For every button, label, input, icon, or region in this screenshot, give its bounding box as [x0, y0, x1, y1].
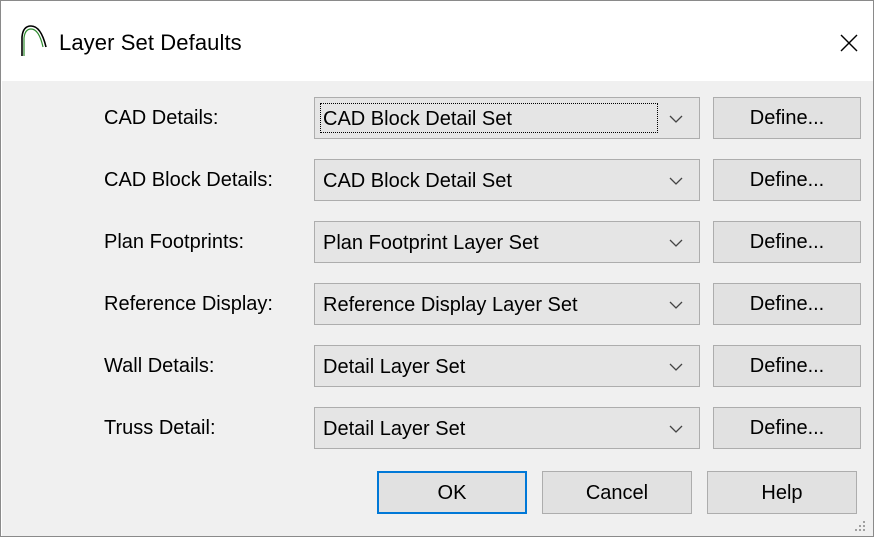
select-value: Plan Footprint Layer Set: [323, 232, 539, 254]
ok-button[interactable]: OK: [377, 471, 527, 514]
close-icon: [840, 34, 858, 52]
row-label: Reference Display:: [104, 293, 273, 315]
resize-grip-icon[interactable]: [853, 519, 867, 533]
chevron-down-icon: [669, 177, 683, 185]
select-value: CAD Block Detail Set: [323, 170, 512, 192]
row-label: CAD Block Details:: [104, 169, 273, 191]
row-label: Plan Footprints:: [104, 231, 245, 253]
app-arc-icon: [21, 25, 47, 56]
define-button[interactable]: Define...: [713, 345, 861, 387]
truss-detail-select[interactable]: Detail Layer Set: [314, 407, 700, 449]
row-label: Truss Detail:: [104, 417, 216, 439]
title-bar[interactable]: Layer Set Defaults: [1, 1, 873, 81]
layer-set-defaults-dialog: Layer Set Defaults CAD Details: CAD Bloc…: [0, 0, 874, 537]
define-button[interactable]: Define...: [713, 283, 861, 325]
row-wall-details: Wall Details: Detail Layer Set Define...: [2, 345, 873, 387]
select-value: Detail Layer Set: [323, 418, 466, 440]
row-truss-detail: Truss Detail: Detail Layer Set Define...: [2, 407, 873, 449]
define-button[interactable]: Define...: [713, 159, 861, 201]
close-button[interactable]: [827, 21, 871, 65]
chevron-down-icon: [669, 239, 683, 247]
select-value: Detail Layer Set: [323, 356, 466, 378]
chevron-down-icon: [669, 425, 683, 433]
cad-details-select[interactable]: CAD Block Detail Set: [314, 97, 700, 139]
chevron-down-icon: [669, 363, 683, 371]
row-label: Wall Details:: [104, 355, 215, 377]
chevron-down-icon: [669, 115, 683, 123]
wall-details-select[interactable]: Detail Layer Set: [314, 345, 700, 387]
cad-block-details-select[interactable]: CAD Block Detail Set: [314, 159, 700, 201]
row-cad-details: CAD Details: CAD Block Detail Set Define…: [2, 97, 873, 139]
select-value: Reference Display Layer Set: [323, 294, 578, 316]
window-title: Layer Set Defaults: [59, 30, 242, 55]
cancel-button[interactable]: Cancel: [542, 471, 692, 514]
row-cad-block-details: CAD Block Details: CAD Block Detail Set …: [2, 159, 873, 201]
define-button[interactable]: Define...: [713, 407, 861, 449]
plan-footprints-select[interactable]: Plan Footprint Layer Set: [314, 221, 700, 263]
help-button[interactable]: Help: [707, 471, 857, 514]
row-label: CAD Details:: [104, 107, 219, 129]
select-value: CAD Block Detail Set: [323, 108, 512, 130]
define-button[interactable]: Define...: [713, 97, 861, 139]
chevron-down-icon: [669, 301, 683, 309]
define-button[interactable]: Define...: [713, 221, 861, 263]
row-plan-footprints: Plan Footprints: Plan Footprint Layer Se…: [2, 221, 873, 263]
reference-display-select[interactable]: Reference Display Layer Set: [314, 283, 700, 325]
row-reference-display: Reference Display: Reference Display Lay…: [2, 283, 873, 325]
dialog-content: CAD Details: CAD Block Detail Set Define…: [2, 81, 873, 536]
